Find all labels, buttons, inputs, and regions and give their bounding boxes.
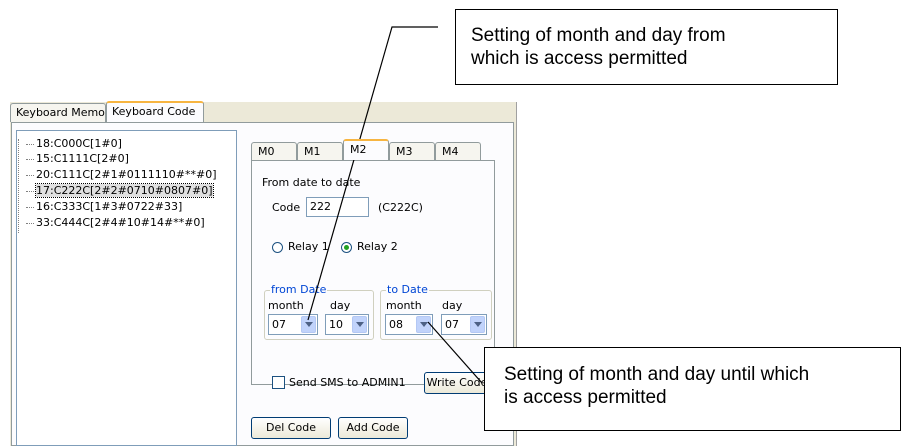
callout-line-bottom	[427, 321, 483, 384]
callout-to-line-2: is access permitted	[504, 387, 667, 408]
callout-line-top	[307, 26, 438, 321]
tab-m2-label: M2	[350, 143, 367, 156]
callout-from-date: Setting of month and day from which is a…	[455, 9, 838, 85]
callout-to-line-1: Setting of month and day until which	[504, 364, 810, 385]
tab-m2[interactable]: M2	[343, 139, 389, 160]
tab-keyboard-code[interactable]: Keyboard Code	[106, 101, 204, 122]
callout-from-line-2: which is access permitted	[471, 48, 688, 69]
callout-to-date: Setting of month and day until which is …	[484, 347, 901, 431]
callout-from-line-1: Setting of month and day from	[471, 25, 726, 46]
tab-keyboard-code-label: Keyboard Code	[112, 105, 196, 118]
